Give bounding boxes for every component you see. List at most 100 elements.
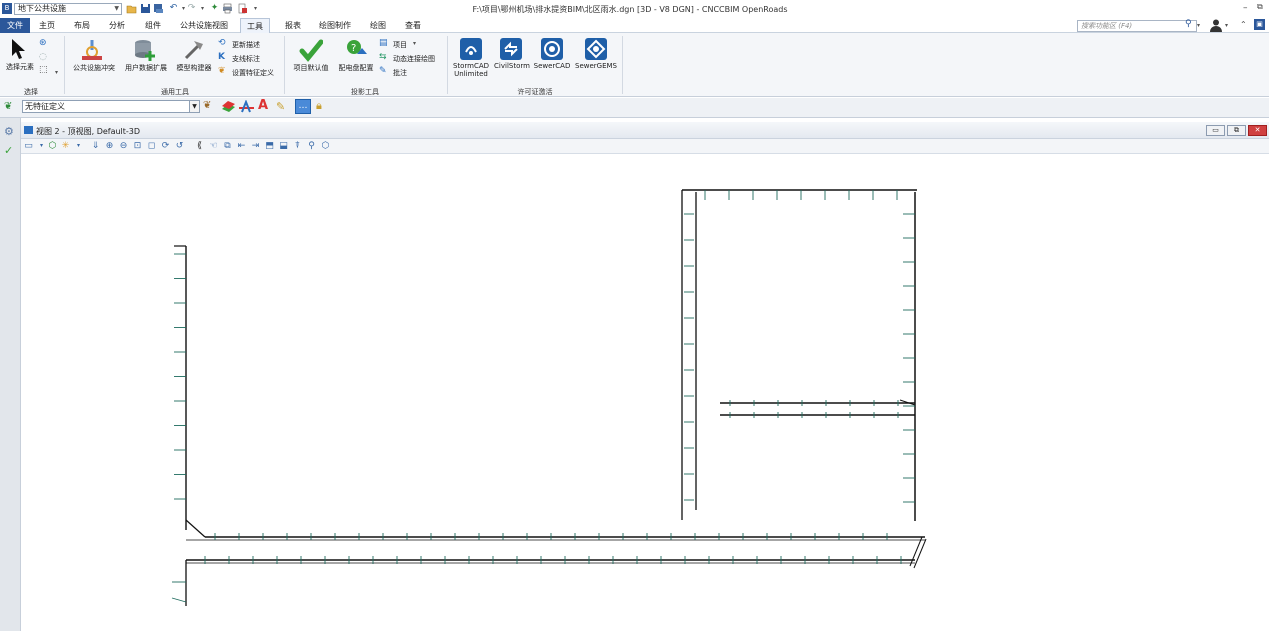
- previous-view-icon[interactable]: ⇤: [236, 140, 247, 152]
- save-settings-icon[interactable]: [153, 3, 164, 14]
- copy-view-icon[interactable]: ⧉: [222, 140, 233, 152]
- open-folder-icon[interactable]: [126, 3, 137, 14]
- sewercad-icon[interactable]: [541, 38, 563, 60]
- walk-icon[interactable]: ⟪: [194, 140, 205, 152]
- search-icon[interactable]: ⚲: [1185, 19, 1192, 29]
- next-view-icon[interactable]: ⇥: [250, 140, 261, 152]
- project-defaults-button[interactable]: 项目默认值: [289, 63, 333, 73]
- lock-icon[interactable]: 🔒︎: [316, 99, 322, 113]
- stormcad-icon[interactable]: [460, 38, 482, 60]
- display-set-icon[interactable]: ⬡: [320, 140, 331, 152]
- stormcad-unlimited-button[interactable]: StormCAD Unlimited: [450, 62, 492, 78]
- ribbon-search-input[interactable]: 搜索功能区 (F4): [1077, 20, 1197, 32]
- sewercad-button[interactable]: SewerCAD: [532, 62, 572, 70]
- text-style-icon[interactable]: A: [258, 98, 268, 113]
- window-area-icon[interactable]: ⊡: [132, 140, 143, 152]
- tab-drawing[interactable]: 绘图: [364, 18, 392, 33]
- select-arrow-icon[interactable]: [9, 38, 27, 62]
- user-data-extension-icon[interactable]: [133, 38, 157, 64]
- check-tool-icon[interactable]: ✓: [4, 144, 13, 157]
- select-mode-icon[interactable]: ⬚: [39, 65, 48, 75]
- tab-reports[interactable]: 报表: [279, 18, 307, 33]
- pin-icon[interactable]: ✦: [209, 3, 220, 14]
- branch-annotation-button[interactable]: 支线标注: [232, 54, 260, 64]
- sewergems-button[interactable]: SewerGEMS: [574, 62, 618, 70]
- search-dropdown-icon[interactable]: ▾: [1197, 22, 1200, 29]
- clip-mask-icon[interactable]: ⬓: [278, 140, 289, 152]
- tab-file[interactable]: 文件: [0, 18, 30, 33]
- search-view-icon[interactable]: ⚲: [306, 140, 317, 152]
- select-all-icon[interactable]: ⊛: [39, 38, 47, 48]
- project-dropdown-icon[interactable]: ▾: [413, 40, 416, 47]
- view-attributes-dropdown-icon[interactable]: ▾: [36, 140, 47, 152]
- panel-config-icon[interactable]: ?: [345, 38, 369, 64]
- feature-picker-icon[interactable]: ❦: [203, 100, 211, 111]
- gear-icon[interactable]: ⚙: [4, 125, 14, 138]
- active-feature-icon[interactable]: …: [295, 99, 311, 114]
- zoom-out-icon[interactable]: ⊖: [118, 140, 129, 152]
- panel-config-button[interactable]: 配电盘配置: [335, 63, 377, 73]
- lighting-dropdown-icon[interactable]: ▾: [73, 140, 84, 152]
- dynamic-link-drawing-button[interactable]: 动态连接绘图: [393, 54, 435, 64]
- print-icon[interactable]: [222, 3, 233, 14]
- feature-toggle-icon[interactable]: ❦: [4, 101, 12, 112]
- feature-definition-icon[interactable]: ❦: [218, 66, 226, 76]
- branch-annotation-icon[interactable]: K: [218, 52, 225, 62]
- clip-volume-icon[interactable]: ⬒: [264, 140, 275, 152]
- brush-icon[interactable]: ✎: [276, 100, 285, 113]
- fit-view-icon[interactable]: ◻: [146, 140, 157, 152]
- display-style-icon[interactable]: ⬡: [47, 140, 58, 152]
- annotation-icon[interactable]: ✎: [379, 66, 387, 76]
- zoom-in-icon[interactable]: ⊕: [104, 140, 115, 152]
- project-icon[interactable]: ▤: [379, 38, 388, 48]
- tab-view[interactable]: 查看: [399, 18, 427, 33]
- rotate-view-icon[interactable]: ⟳: [160, 140, 171, 152]
- view-minimize-button[interactable]: ▭: [1206, 125, 1225, 136]
- redo-dropdown-icon[interactable]: ▾: [197, 3, 208, 14]
- layer-icon[interactable]: [221, 100, 236, 115]
- feature-definition-select[interactable]: 无特征定义 ▼: [22, 100, 200, 113]
- set-feature-definition-button[interactable]: 设置特征定义: [232, 68, 274, 78]
- terrain-icon[interactable]: [239, 99, 254, 115]
- civilstorm-icon[interactable]: [500, 38, 522, 60]
- redo-icon[interactable]: ↷: [186, 3, 197, 14]
- model-builder-button[interactable]: 模型构建器: [172, 63, 216, 73]
- model-builder-icon[interactable]: [182, 38, 206, 64]
- tab-analysis[interactable]: 分析: [103, 18, 131, 33]
- utility-conflict-button[interactable]: 公共设施冲突: [68, 63, 120, 73]
- lasso-icon[interactable]: ◌: [39, 52, 47, 62]
- user-dropdown-icon[interactable]: ▾: [1225, 22, 1228, 29]
- view-close-button[interactable]: ✕: [1248, 125, 1267, 136]
- workspace-select[interactable]: 地下公共设施 ▼: [14, 3, 122, 15]
- filter-icon[interactable]: ⍒: [292, 140, 303, 152]
- user-data-extension-button[interactable]: 用户数据扩展: [121, 63, 171, 73]
- tab-utility-view[interactable]: 公共设施视图: [174, 18, 234, 33]
- tab-layout[interactable]: 布局: [68, 18, 96, 33]
- lighting-icon[interactable]: ✳: [60, 140, 71, 152]
- help-icon[interactable]: ▣: [1254, 19, 1265, 30]
- restore-icon[interactable]: ⧉: [1257, 2, 1263, 12]
- select-mode-dropdown-icon[interactable]: ▾: [55, 69, 58, 76]
- customize-dropdown-icon[interactable]: ▾: [250, 3, 261, 14]
- tab-components[interactable]: 组件: [139, 18, 167, 33]
- sewergems-icon[interactable]: [585, 38, 607, 60]
- view-previous-icon[interactable]: ↺: [174, 140, 185, 152]
- save-icon[interactable]: [140, 3, 151, 14]
- update-description-icon[interactable]: ⟲: [218, 38, 226, 48]
- pan-icon[interactable]: ☜: [208, 140, 219, 152]
- project-button[interactable]: 项目: [393, 40, 407, 50]
- select-element-button[interactable]: 选择元素: [2, 62, 38, 72]
- user-icon[interactable]: [1209, 18, 1223, 34]
- dynamic-link-icon[interactable]: ⇆: [379, 52, 387, 62]
- update-description-button[interactable]: 更新描述: [232, 40, 260, 50]
- drawing-canvas[interactable]: [21, 155, 1269, 631]
- tab-tools[interactable]: 工具: [240, 18, 270, 33]
- update-view-icon[interactable]: ⇓: [90, 140, 101, 152]
- tab-drawing-production[interactable]: 绘图制作: [313, 18, 357, 33]
- tab-home[interactable]: 主页: [33, 18, 61, 33]
- civilstorm-button[interactable]: CivilStorm: [492, 62, 532, 70]
- view-attributes-icon[interactable]: ▭: [23, 140, 34, 152]
- minimize-icon[interactable]: –: [1243, 3, 1248, 13]
- utility-conflict-icon[interactable]: [80, 38, 104, 64]
- checkmark-icon[interactable]: [299, 38, 324, 64]
